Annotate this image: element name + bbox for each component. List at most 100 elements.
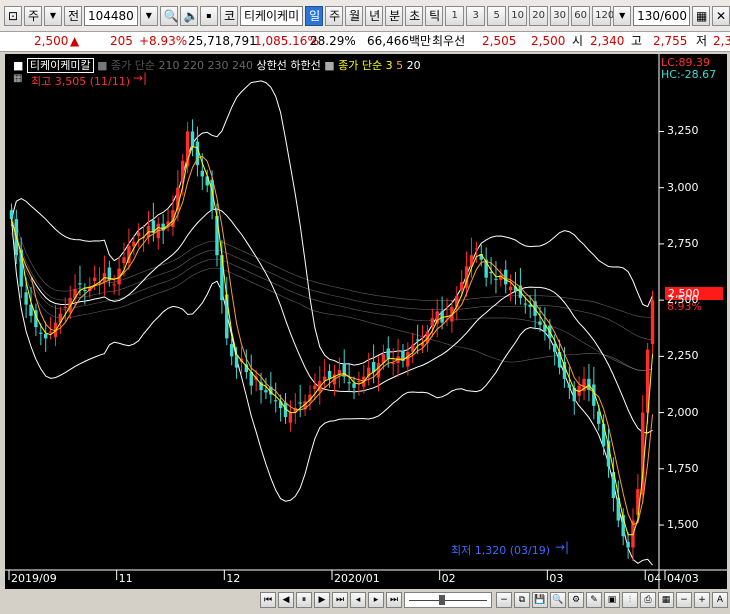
scroll-pause-icon[interactable]: ⏸: [296, 592, 312, 608]
candle-body: [357, 381, 361, 383]
copy-icon[interactable]: ⧉: [514, 592, 530, 608]
candle-body: [459, 282, 464, 291]
candle-body: [264, 390, 268, 393]
ask-price: 2,505: [482, 34, 517, 48]
interval-10[interactable]: 10: [508, 5, 528, 26]
search-icon[interactable]: 🔍: [159, 5, 179, 26]
calendar-icon[interactable]: ▦: [13, 73, 22, 84]
code-dropdown-icon[interactable]: ▼: [139, 5, 158, 26]
open-label: 시: [572, 34, 584, 48]
x-tick-label: 03: [549, 572, 564, 585]
tab-second[interactable]: 초: [405, 5, 424, 26]
zoom-minus-icon[interactable]: −: [676, 592, 692, 608]
crosshair-icon[interactable]: ✕: [712, 5, 730, 26]
candle-body: [43, 333, 48, 339]
candle-body: [347, 382, 351, 384]
candle-body: [92, 277, 97, 282]
candle-body: [386, 348, 390, 359]
interval-dropdown-icon[interactable]: ▼: [613, 5, 632, 26]
y-tick-label: 2,250: [667, 349, 699, 363]
zoom-plus-icon[interactable]: +: [694, 592, 710, 608]
grid-icon[interactable]: ▦: [692, 5, 710, 26]
zoom-out-icon[interactable]: −: [496, 592, 512, 608]
zoom-thumb[interactable]: [439, 595, 445, 605]
settings-icon[interactable]: ⚙: [568, 592, 584, 608]
grid-toggle-icon[interactable]: ▦: [658, 592, 674, 608]
legend-ma2-label: 종가 단순: [338, 59, 383, 72]
count-input[interactable]: 130/600: [633, 5, 690, 26]
interval-5[interactable]: 5: [487, 5, 507, 26]
speaker-icon[interactable]: 🔈: [179, 5, 199, 26]
legend-lower: 하한선: [290, 59, 321, 72]
code-input[interactable]: 104480: [84, 5, 138, 26]
scroll-end-icon[interactable]: ⏭: [386, 592, 402, 608]
hc-value: HC:-28.67: [661, 68, 717, 81]
best-ask-label: 최우선: [432, 34, 466, 48]
candle-body: [474, 248, 479, 250]
app-window: ⊡ 주 ▼ 전 104480 ▼ 🔍 🔈 ▪ 코 티케이케미 일 주 월 년 분…: [0, 0, 730, 614]
search-chart-icon[interactable]: 🔍: [550, 592, 566, 608]
candle-body: [430, 318, 435, 326]
candle-body: [313, 385, 317, 389]
scroll-step-right-icon[interactable]: ▸: [368, 592, 384, 608]
scroll-next-icon[interactable]: ▶: [314, 592, 330, 608]
scroll-prev-icon[interactable]: ◀: [278, 592, 294, 608]
tab-year[interactable]: 년: [365, 5, 384, 26]
scroll-last-icon[interactable]: ⏭: [332, 592, 348, 608]
layout-icon[interactable]: ▣: [604, 592, 620, 608]
list-icon[interactable]: ▪: [199, 5, 218, 26]
legend-ma-periods: 210 220 230 240: [158, 59, 254, 72]
chevron-down-icon[interactable]: ▼: [44, 5, 62, 26]
interval-3[interactable]: 3: [466, 5, 486, 26]
zoom-slider[interactable]: [404, 592, 492, 608]
legend: ■ 티케이케미칼 ■ 종가 단순 210 220 230 240 상한선 하한선…: [13, 57, 421, 73]
save-icon[interactable]: 💾: [532, 592, 548, 608]
interval-60[interactable]: 60: [571, 5, 591, 26]
bid-price: 2,500: [531, 34, 566, 48]
interval-120[interactable]: 120: [592, 5, 614, 26]
legend-upper: 상한선: [256, 59, 287, 72]
candle-body: [48, 331, 53, 333]
candle-body: [63, 306, 67, 309]
high-price: 2,755: [653, 34, 688, 48]
candle-body: [200, 170, 205, 177]
candle-body: [538, 321, 542, 325]
tab-month[interactable]: 월: [345, 5, 364, 26]
prev-button[interactable]: 전: [64, 5, 82, 26]
long-ma-line: [11, 205, 653, 318]
low-note: 최저 1,320 (03/19): [451, 544, 551, 557]
period-select[interactable]: 주: [24, 5, 42, 26]
legend-stock-name[interactable]: 티케이케미칼: [26, 58, 94, 73]
trade-amount: 66,466백만: [367, 34, 432, 48]
candle-body: [406, 351, 410, 367]
candle-body: [557, 351, 562, 368]
high-arrow-icon: →|: [133, 71, 148, 85]
interval-1[interactable]: 1: [445, 5, 465, 26]
font-icon[interactable]: A: [712, 592, 728, 608]
low-arrow-icon: →|: [555, 540, 570, 554]
candle-body: [288, 412, 293, 423]
tab-week[interactable]: 주: [325, 5, 344, 26]
price-chart[interactable]: ■ 티케이케미칼 ■ 종가 단순 210 220 230 240 상한선 하한선…: [5, 54, 727, 589]
interval-20[interactable]: 20: [529, 5, 549, 26]
quote-bar: 2,500 ▲ 205 +8.93% 25,718,791 1,085.16% …: [0, 32, 730, 52]
scroll-step-left-icon[interactable]: ◂: [350, 592, 366, 608]
interval-30[interactable]: 30: [550, 5, 570, 26]
x-tick-label: 02: [441, 572, 456, 585]
chart-type-icon[interactable]: ⊡: [4, 5, 22, 26]
upper-band-line: [10, 80, 654, 366]
indicator-icon[interactable]: ⫶: [622, 592, 638, 608]
print-icon[interactable]: ⎙: [640, 592, 656, 608]
x-tick-label: 11: [118, 572, 133, 585]
tab-day[interactable]: 일: [305, 5, 324, 26]
candle-body: [552, 343, 557, 352]
x-tick-label: 12: [226, 572, 241, 585]
candle-body: [523, 303, 528, 305]
scroll-first-icon[interactable]: ⏮: [260, 592, 276, 608]
tab-minute[interactable]: 분: [385, 5, 404, 26]
bottom-bar: ⏮ ◀ ⏸ ▶ ⏭ ◂ ▸ ⏭ − ⧉ 💾 🔍 ⚙ ✎ ▣ ⫶ ⎙ ▦ − + …: [0, 589, 730, 614]
tools-icon[interactable]: ✎: [586, 592, 602, 608]
candle-body: [39, 332, 43, 334]
tab-tick[interactable]: 틱: [425, 5, 444, 26]
high-label: 고: [631, 34, 643, 48]
